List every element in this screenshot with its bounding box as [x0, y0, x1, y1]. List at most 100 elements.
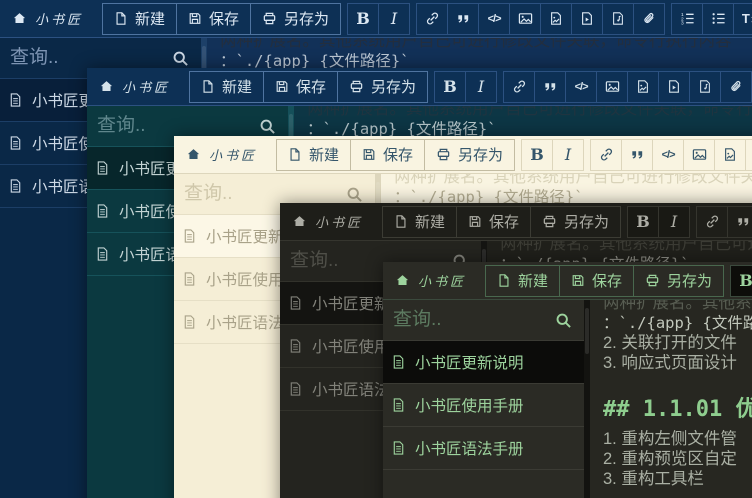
sidebar-item[interactable]: 小书匠使用手册 — [383, 384, 584, 427]
new-button[interactable]: 新建 — [103, 4, 176, 34]
link-button[interactable] — [504, 72, 534, 102]
sidebar: 小书匠更新说明 小书匠使用手册 小书匠语法手册 — [383, 300, 584, 498]
save-as-button[interactable]: 另存为 — [633, 266, 723, 296]
quote-button[interactable] — [447, 4, 478, 34]
link-button[interactable] — [417, 4, 447, 34]
save-as-button[interactable]: 另存为 — [250, 4, 340, 34]
bold-button[interactable]: B — [435, 72, 465, 102]
italic-button[interactable]: I — [658, 207, 689, 237]
image-button[interactable] — [683, 140, 714, 170]
save-button[interactable]: 保存 — [350, 140, 424, 170]
save-as-button-label: 另存为 — [284, 8, 329, 29]
file-button-group: 新建 保存 另存为 — [382, 206, 621, 238]
new-button[interactable]: 新建 — [277, 140, 350, 170]
paperclip-icon — [642, 11, 657, 26]
save-button[interactable]: 保存 — [176, 4, 250, 34]
audio-file-button[interactable] — [602, 4, 633, 34]
video-file-button[interactable] — [745, 140, 752, 170]
save-as-button[interactable]: 另存为 — [424, 140, 514, 170]
save-button[interactable]: 保存 — [456, 207, 530, 237]
sidebar-item-label: 小书匠语法手册 — [415, 437, 524, 459]
app-brand[interactable]: 小书匠 — [292, 212, 376, 231]
save-as-button-label: 另存为 — [458, 144, 503, 165]
audio-file-button[interactable] — [689, 72, 720, 102]
bold-button[interactable]: B — [628, 207, 658, 237]
sidebar-item[interactable]: 小书匠更新说明 — [383, 341, 584, 384]
attachment-button[interactable] — [633, 4, 664, 34]
insert-group: </> — [696, 206, 752, 238]
italic-button[interactable]: I — [552, 140, 583, 170]
search-input[interactable] — [391, 308, 549, 332]
bold-italic-group: B I — [521, 139, 584, 171]
video-file-button[interactable] — [571, 4, 602, 34]
video-file-icon — [580, 11, 594, 26]
ordered-list-button[interactable]: 123 — [672, 4, 702, 34]
bold-button[interactable]: B — [348, 4, 378, 34]
image-button[interactable] — [509, 4, 540, 34]
toolbar: 小书匠 新建 保存 — [0, 0, 752, 38]
unordered-list-button[interactable] — [702, 4, 733, 34]
image-icon — [605, 79, 620, 94]
new-button[interactable]: 新建 — [383, 207, 456, 237]
image-button[interactable] — [596, 72, 627, 102]
code-button[interactable]: </> — [565, 72, 596, 102]
save-button-label: 保存 — [489, 211, 519, 232]
sidebar-item-label: 小书匠使用手册 — [415, 394, 524, 416]
toolbar: 小书匠 新建 保存 — [174, 136, 752, 174]
quote-button[interactable] — [621, 140, 652, 170]
link-icon — [705, 214, 720, 229]
save-as-button[interactable]: 另存为 — [337, 72, 427, 102]
attachment-button[interactable] — [720, 72, 751, 102]
editor-lines: 两种扩展名。其他系统用户自己可进行修改文件关联，命令行执行内容：`./{app}… — [603, 300, 752, 489]
image-file-icon — [636, 79, 650, 94]
italic-label: I — [565, 145, 571, 164]
save-as-button[interactable]: 另存为 — [530, 207, 620, 237]
search-input[interactable] — [8, 46, 166, 70]
new-button[interactable]: 新建 — [190, 72, 263, 102]
app-brand[interactable]: 小书匠 — [186, 145, 270, 164]
editor-content[interactable]: 两种扩展名。其他系统用户自己可进行修改文件关联，命令行执行内容：`./{app}… — [590, 300, 752, 498]
svg-text:3: 3 — [680, 21, 683, 26]
save-button[interactable]: 保存 — [263, 72, 337, 102]
sidebar-item[interactable]: 小书匠语法手册 — [383, 427, 584, 470]
list-group: 123 T↕ — — [671, 3, 752, 35]
new-button-label: 新建 — [135, 8, 165, 29]
app-brand-label: 小书匠 — [35, 9, 83, 28]
document-icon — [391, 397, 406, 413]
bold-button[interactable]: B — [522, 140, 552, 170]
file-button-group: 新建 保存 另存为 — [276, 139, 515, 171]
code-button[interactable]: </> — [478, 4, 509, 34]
new-button-label: 新建 — [222, 76, 252, 97]
app-brand[interactable]: 小书匠 — [12, 9, 96, 28]
quote-button[interactable] — [534, 72, 565, 102]
app-brand-label: 小书匠 — [418, 271, 466, 290]
panel-divider[interactable] — [584, 300, 590, 498]
save-as-icon — [645, 273, 660, 288]
italic-button[interactable]: I — [465, 72, 496, 102]
search-input[interactable] — [95, 114, 253, 138]
save-icon — [362, 147, 376, 162]
image-file-button[interactable] — [540, 4, 571, 34]
image-file-button[interactable] — [714, 140, 745, 170]
editor-line — [603, 373, 752, 383]
save-button[interactable]: 保存 — [559, 266, 633, 296]
app-brand[interactable]: 小书匠 — [395, 271, 479, 290]
link-button[interactable] — [591, 140, 621, 170]
link-button[interactable] — [697, 207, 727, 237]
document-list: 小书匠更新说明 小书匠使用手册 小书匠语法手册 — [383, 341, 584, 470]
italic-button[interactable]: I — [378, 4, 409, 34]
code-icon: </> — [575, 81, 588, 93]
italic-label: I — [671, 212, 677, 231]
code-button[interactable]: </> — [652, 140, 683, 170]
new-button[interactable]: 新建 — [486, 266, 559, 296]
quote-button[interactable] — [727, 207, 752, 237]
text-size-button[interactable]: T↕ — [733, 4, 752, 34]
image-file-button[interactable] — [627, 72, 658, 102]
desktop-stage: 小书匠 新建 保存 — [0, 0, 752, 498]
bold-italic-group: B I — [627, 206, 690, 238]
quote-icon — [736, 214, 751, 229]
video-file-button[interactable] — [658, 72, 689, 102]
bold-button[interactable]: B — [731, 266, 752, 296]
app-brand[interactable]: 小书匠 — [99, 77, 183, 96]
save-button-label: 保存 — [592, 270, 622, 291]
